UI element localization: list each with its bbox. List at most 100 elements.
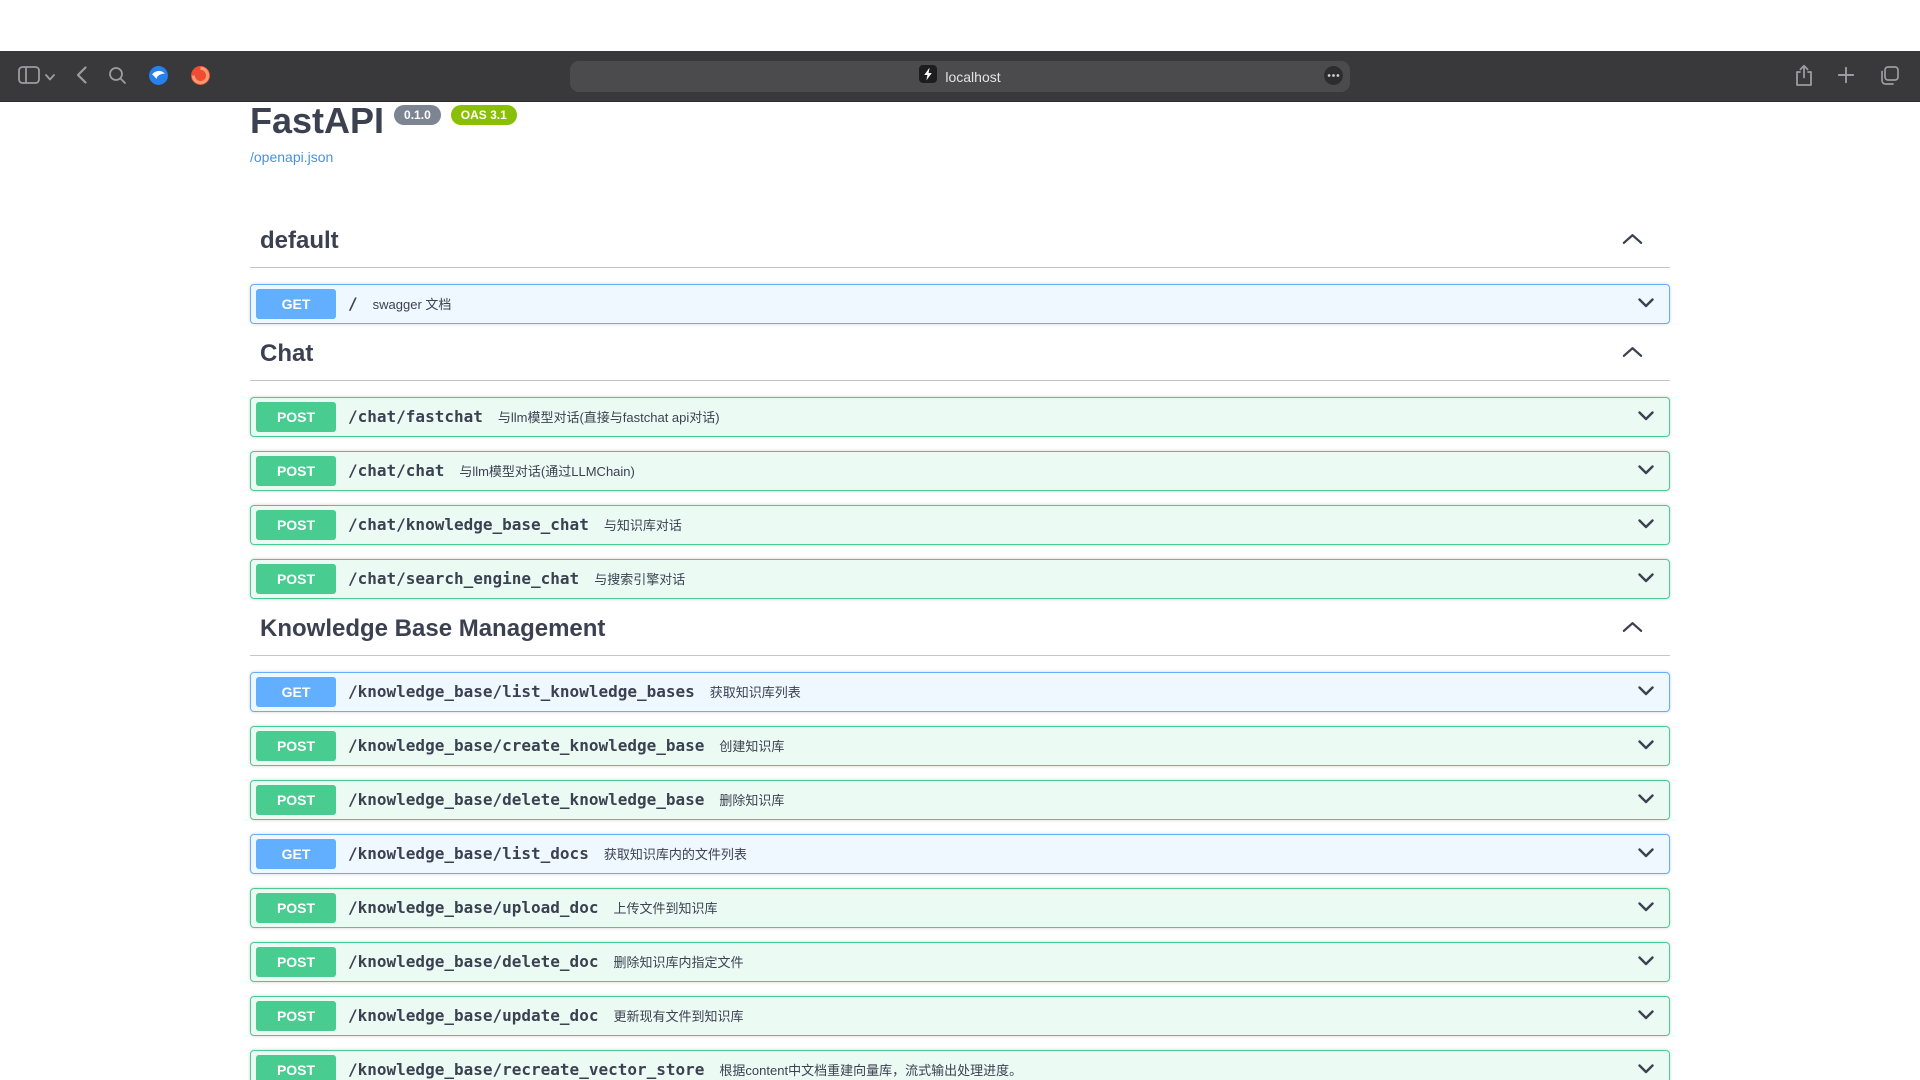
endpoint-expand-button[interactable] [1633,680,1659,703]
orange-app-icon [190,65,211,89]
endpoint-expand-button[interactable] [1633,896,1659,919]
endpoint-summary: 更新现有文件到知识库 [613,1006,743,1025]
endpoint-path: /knowledge_base/update_doc [348,1006,598,1025]
swagger-page: FastAPI 0.1.0 OAS 3.1 /openapi.json defa… [0,51,1920,1080]
chevron-down-icon [1638,571,1654,586]
api-section: Knowledge Base Management GET/knowledge_b… [250,613,1670,1080]
page-menu-button[interactable] [1323,65,1344,89]
endpoint-row[interactable]: POST/knowledge_base/delete_knowledge_bas… [250,780,1670,820]
chevron-down-icon [1638,954,1654,969]
endpoint-summary: 与知识库对话 [604,515,682,534]
address-url-text: localhost [945,69,1000,85]
endpoint-row[interactable]: POST/knowledge_base/delete_doc删除知识库内指定文件 [250,942,1670,982]
endpoint-expand-button[interactable] [1633,513,1659,536]
endpoint-expand-button[interactable] [1633,459,1659,482]
tabs-overview-icon [1879,65,1900,89]
endpoint-row[interactable]: GET/swagger 文档 [250,284,1670,324]
chevron-down-icon [1638,1008,1654,1023]
method-badge: POST [256,402,336,432]
orange-app-button[interactable] [188,63,213,91]
back-button[interactable] [74,64,89,89]
endpoint-path: /knowledge_base/list_knowledge_bases [348,682,695,701]
sidebar-icon [18,66,40,87]
page-title: FastAPI 0.1.0 OAS 3.1 [250,101,1670,141]
endpoint-row[interactable]: POST/knowledge_base/create_knowledge_bas… [250,726,1670,766]
endpoint-summary: 与llm模型对话(通过LLMChain) [459,461,635,480]
endpoint-row[interactable]: GET/knowledge_base/list_knowledge_bases 获… [250,672,1670,712]
chevron-up-icon [1622,233,1643,248]
chevron-down-icon [1638,1062,1654,1077]
endpoint-summary: 上传文件到知识库 [613,898,717,917]
section-collapse-button[interactable] [1620,619,1645,638]
openapi-spec-link[interactable]: /openapi.json [250,149,333,165]
section-header[interactable]: default [250,225,1670,268]
endpoint-expand-button[interactable] [1633,788,1659,811]
endpoint-summary: swagger 文档 [373,294,452,313]
section-header[interactable]: Chat [250,338,1670,381]
endpoint-expand-button[interactable] [1633,292,1659,315]
endpoint-summary: 根据content中文档重建向量库，流式输出处理进度。 [719,1060,1022,1079]
endpoint-expand-button[interactable] [1633,950,1659,973]
api-title: FastAPI [250,101,384,141]
method-badge: POST [256,456,336,486]
chevron-down-icon [1638,738,1654,753]
chevron-left-icon [76,66,87,87]
section-title: Knowledge Base Management [260,615,605,643]
new-tab-button[interactable] [1835,64,1857,89]
endpoint-expand-button[interactable] [1633,567,1659,590]
chevron-down-icon [1638,409,1654,424]
search-button[interactable] [106,64,129,90]
endpoint-path: /knowledge_base/delete_knowledge_base [348,790,704,809]
endpoint-row[interactable]: POST/knowledge_base/update_doc更新现有文件到知识库 [250,996,1670,1036]
endpoint-row[interactable]: POST/chat/knowledge_base_chat与知识库对话 [250,505,1670,545]
chevron-down-icon [1638,296,1654,311]
endpoint-summary: 删除知识库 [719,790,784,809]
share-button[interactable] [1793,62,1815,92]
method-badge: GET [256,677,336,707]
endpoint-row[interactable]: GET/knowledge_base/list_docs获取知识库内的文件列表 [250,834,1670,874]
section-collapse-button[interactable] [1620,231,1645,250]
section-collapse-button[interactable] [1620,344,1645,363]
endpoint-summary: 与llm模型对话(直接与fastchat api对话) [498,407,720,426]
toolbar-right-group [1793,51,1902,102]
method-badge: POST [256,785,336,815]
method-badge: POST [256,731,336,761]
endpoint-path: /knowledge_base/recreate_vector_store [348,1060,704,1079]
endpoint-row[interactable]: POST/knowledge_base/recreate_vector_stor… [250,1050,1670,1080]
endpoint-expand-button[interactable] [1633,1058,1659,1080]
endpoint-expand-button[interactable] [1633,1004,1659,1027]
chevron-down-icon [1638,846,1654,861]
endpoint-summary: 与搜索引擎对话 [594,569,685,588]
toolbar-left-group [16,51,213,102]
endpoint-summary: 获取知识库列表 [710,682,801,701]
method-badge: GET [256,289,336,319]
api-sections: default GET/swagger 文档 Chat POST/chat/fastc… [250,225,1670,1080]
endpoint-row[interactable]: POST/chat/search_engine_chat与搜索引擎对话 [250,559,1670,599]
site-favicon-icon [919,65,937,88]
endpoint-expand-button[interactable] [1633,842,1659,865]
chevron-down-icon [45,69,55,84]
chevron-up-icon [1622,346,1643,361]
endpoint-row[interactable]: POST/chat/chat与llm模型对话(通过LLMChain) [250,451,1670,491]
address-bar[interactable]: localhost [570,61,1350,92]
sidebar-toggle-button[interactable] [16,64,57,89]
section-title: Chat [260,340,313,368]
section-header[interactable]: Knowledge Base Management [250,613,1670,656]
method-badge: POST [256,947,336,977]
endpoint-expand-button[interactable] [1633,405,1659,428]
bird-app-button[interactable] [146,63,171,91]
endpoint-row[interactable]: POST/chat/fastchat与llm模型对话(直接与fastchat a… [250,397,1670,437]
address-bar-content: localhost [919,65,1000,88]
plus-icon [1837,66,1855,87]
chevron-down-icon [1638,900,1654,915]
endpoint-path: /chat/knowledge_base_chat [348,515,589,534]
endpoint-summary: 创建知识库 [719,736,784,755]
api-section: Chat POST/chat/fastchat与llm模型对话(直接与fastch… [250,338,1670,599]
endpoint-row[interactable]: POST/knowledge_base/upload_doc上传文件到知识库 [250,888,1670,928]
tab-overview-button[interactable] [1877,63,1902,91]
endpoint-expand-button[interactable] [1633,734,1659,757]
endpoint-summary: 获取知识库内的文件列表 [604,844,747,863]
method-badge: GET [256,839,336,869]
version-badge: 0.1.0 [394,105,441,125]
endpoint-path: /knowledge_base/upload_doc [348,898,598,917]
